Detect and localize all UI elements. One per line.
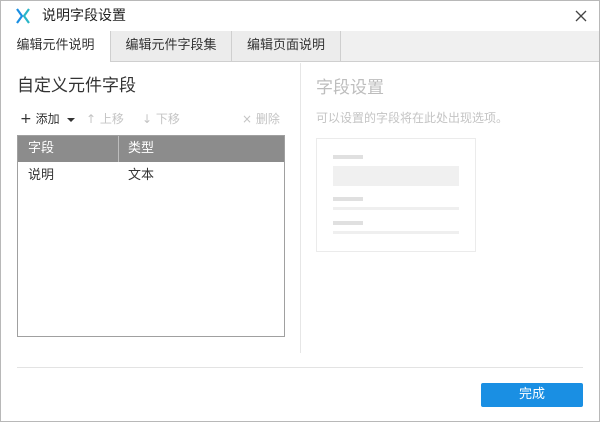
tab-edit-page-notes[interactable]: 编辑页面说明	[232, 31, 341, 61]
tab-edit-widget-field-sets[interactable]: 编辑元件字段集	[111, 31, 232, 61]
table-row[interactable]: 说明 文本	[18, 164, 284, 188]
move-down-label: 下移	[155, 112, 180, 126]
fields-table: 字段 类型 说明 文本	[17, 135, 285, 337]
move-up-button[interactable]: ↑ 上移	[86, 109, 124, 129]
placeholder-line	[333, 155, 363, 159]
chevron-down-icon	[67, 117, 76, 122]
placeholder-line	[333, 221, 363, 225]
column-header-type[interactable]: 类型	[128, 136, 154, 162]
column-divider[interactable]	[118, 136, 119, 162]
custom-widget-fields-title: 自定义元件字段	[17, 76, 136, 96]
placeholder-line	[333, 207, 459, 210]
delete-label: 删除	[255, 112, 280, 126]
dialog-window: 说明字段设置 编辑元件说明 编辑元件字段集 编辑页面说明 自定义元件字段 + 添…	[0, 0, 600, 422]
field-settings-hint: 可以设置的字段将在此处出现选项。	[316, 111, 509, 125]
table-header: 字段 类型	[18, 136, 284, 162]
move-down-button[interactable]: ↓ 下移	[142, 109, 180, 129]
move-up-label: 上移	[99, 112, 124, 126]
close-small-icon: ×	[242, 112, 253, 126]
plus-icon: +	[20, 111, 32, 127]
column-header-field[interactable]: 字段	[28, 136, 54, 162]
window-title: 说明字段设置	[42, 8, 126, 24]
tab-edit-widget-notes[interactable]: 编辑元件说明	[1, 31, 111, 62]
cell-type: 文本	[128, 168, 155, 183]
footer-divider	[17, 367, 583, 368]
placeholder-line	[333, 197, 363, 201]
arrow-up-icon: ↑	[86, 112, 97, 126]
field-settings-title: 字段设置	[316, 78, 384, 98]
panel-divider	[300, 63, 301, 353]
add-button[interactable]: + 添加	[20, 109, 76, 129]
placeholder-line	[333, 231, 459, 234]
axure-x-icon	[16, 8, 30, 24]
close-icon[interactable]	[571, 6, 591, 26]
placeholder-illustration	[316, 138, 476, 252]
arrow-down-icon: ↓	[142, 112, 153, 126]
delete-button[interactable]: × 删除	[242, 109, 280, 129]
add-label: 添加	[35, 112, 60, 126]
done-button[interactable]: 完成	[481, 383, 583, 407]
cell-field: 说明	[28, 168, 55, 183]
placeholder-block	[333, 166, 459, 186]
tab-bar: 编辑元件说明 编辑元件字段集 编辑页面说明	[1, 31, 599, 62]
title-bar: 说明字段设置	[1, 1, 599, 31]
